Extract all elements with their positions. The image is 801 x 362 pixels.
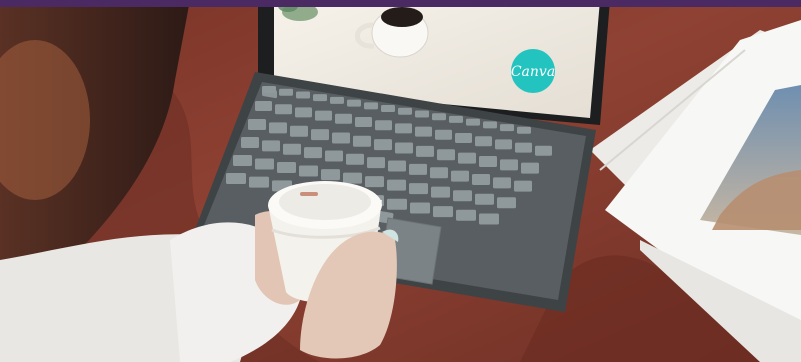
keyboard-key bbox=[456, 209, 476, 221]
keyboard-key bbox=[415, 126, 432, 137]
keyboard-key bbox=[315, 110, 332, 121]
keyboard-key bbox=[430, 167, 448, 179]
keyboard-key bbox=[514, 180, 532, 192]
keyboard-key bbox=[479, 155, 497, 167]
keyboard-key bbox=[409, 163, 427, 175]
keyboard-key bbox=[249, 176, 269, 188]
keyboard-key bbox=[387, 179, 406, 191]
keyboard-key bbox=[515, 142, 532, 153]
photo-illustration: Canva bbox=[0, 0, 801, 362]
keyboard-key bbox=[398, 107, 412, 115]
keyboard-key bbox=[299, 165, 318, 177]
keyboard-key bbox=[387, 198, 407, 210]
keyboard-key bbox=[472, 173, 490, 185]
keyboard-key bbox=[495, 139, 512, 150]
keyboard-key bbox=[410, 202, 430, 214]
keyboard-key bbox=[321, 169, 340, 181]
keyboard-key bbox=[325, 150, 343, 162]
keyboard-key bbox=[262, 140, 280, 152]
keyboard-key bbox=[279, 88, 293, 96]
keyboard-key bbox=[255, 101, 272, 111]
keyboard-key bbox=[449, 115, 463, 123]
keyboard-key bbox=[241, 137, 259, 148]
photo-scene: Canva bbox=[0, 0, 801, 362]
keyboard-key bbox=[226, 173, 246, 184]
keyboard-key bbox=[479, 213, 499, 225]
keyboard-key bbox=[353, 135, 371, 147]
keyboard-key bbox=[375, 120, 392, 131]
keyboard-key bbox=[535, 145, 552, 156]
keyboard-key bbox=[475, 136, 492, 147]
keyboard-key bbox=[346, 153, 364, 165]
keyboard-key bbox=[304, 147, 322, 159]
keyboard-key bbox=[500, 124, 514, 132]
keyboard-key bbox=[290, 125, 308, 137]
keyboard-key bbox=[466, 118, 480, 126]
keyboard-key bbox=[255, 158, 274, 170]
keyboard-key bbox=[248, 119, 266, 130]
keyboard-key bbox=[367, 157, 385, 169]
keyboard-key bbox=[395, 142, 413, 154]
keyboard-key bbox=[475, 193, 494, 205]
keyboard-key bbox=[435, 129, 452, 140]
keyboard-key bbox=[388, 160, 406, 172]
keyboard-key bbox=[433, 206, 453, 218]
keyboard-key bbox=[455, 133, 472, 143]
keyboard-key bbox=[453, 190, 472, 202]
keyboard-key bbox=[409, 183, 428, 195]
keyboard-key bbox=[395, 123, 412, 134]
keyboard-key bbox=[416, 145, 434, 157]
keyboard-key bbox=[364, 102, 378, 110]
keyboard-key bbox=[483, 121, 497, 129]
keyboard-key bbox=[296, 91, 310, 99]
keyboard-key bbox=[347, 99, 361, 107]
keyboard-key bbox=[233, 155, 252, 166]
keyboard-key bbox=[521, 162, 539, 174]
keyboard-key bbox=[343, 172, 362, 184]
keyboard-key bbox=[437, 149, 455, 161]
keyboard-key bbox=[493, 177, 511, 189]
keyboard-key bbox=[431, 186, 450, 198]
keyboard-key bbox=[365, 176, 384, 188]
keyboard-key bbox=[517, 126, 531, 134]
canva-logo-text: Canva bbox=[511, 64, 555, 80]
keyboard-key bbox=[330, 96, 344, 104]
keyboard-key bbox=[432, 113, 446, 121]
keyboard-key bbox=[451, 170, 469, 182]
keyboard-key bbox=[415, 110, 429, 118]
keyboard-key bbox=[381, 105, 395, 113]
keyboard-key bbox=[269, 122, 287, 134]
keyboard-key bbox=[335, 113, 352, 124]
keyboard-key bbox=[277, 162, 296, 174]
keyboard-key bbox=[313, 94, 327, 102]
keyboard-key bbox=[332, 132, 350, 144]
keyboard-key bbox=[458, 152, 476, 164]
keyboard-key bbox=[311, 129, 329, 141]
keyboard-key bbox=[295, 107, 312, 118]
keyboard-key bbox=[355, 117, 372, 127]
keyboard-key bbox=[497, 197, 516, 209]
keyboard-key bbox=[283, 143, 301, 155]
keyboard-key bbox=[262, 86, 276, 93]
keyboard-key bbox=[275, 104, 292, 115]
keyboard-key bbox=[500, 159, 518, 171]
keyboard-key bbox=[374, 139, 392, 151]
top-accent-bar bbox=[0, 0, 801, 7]
